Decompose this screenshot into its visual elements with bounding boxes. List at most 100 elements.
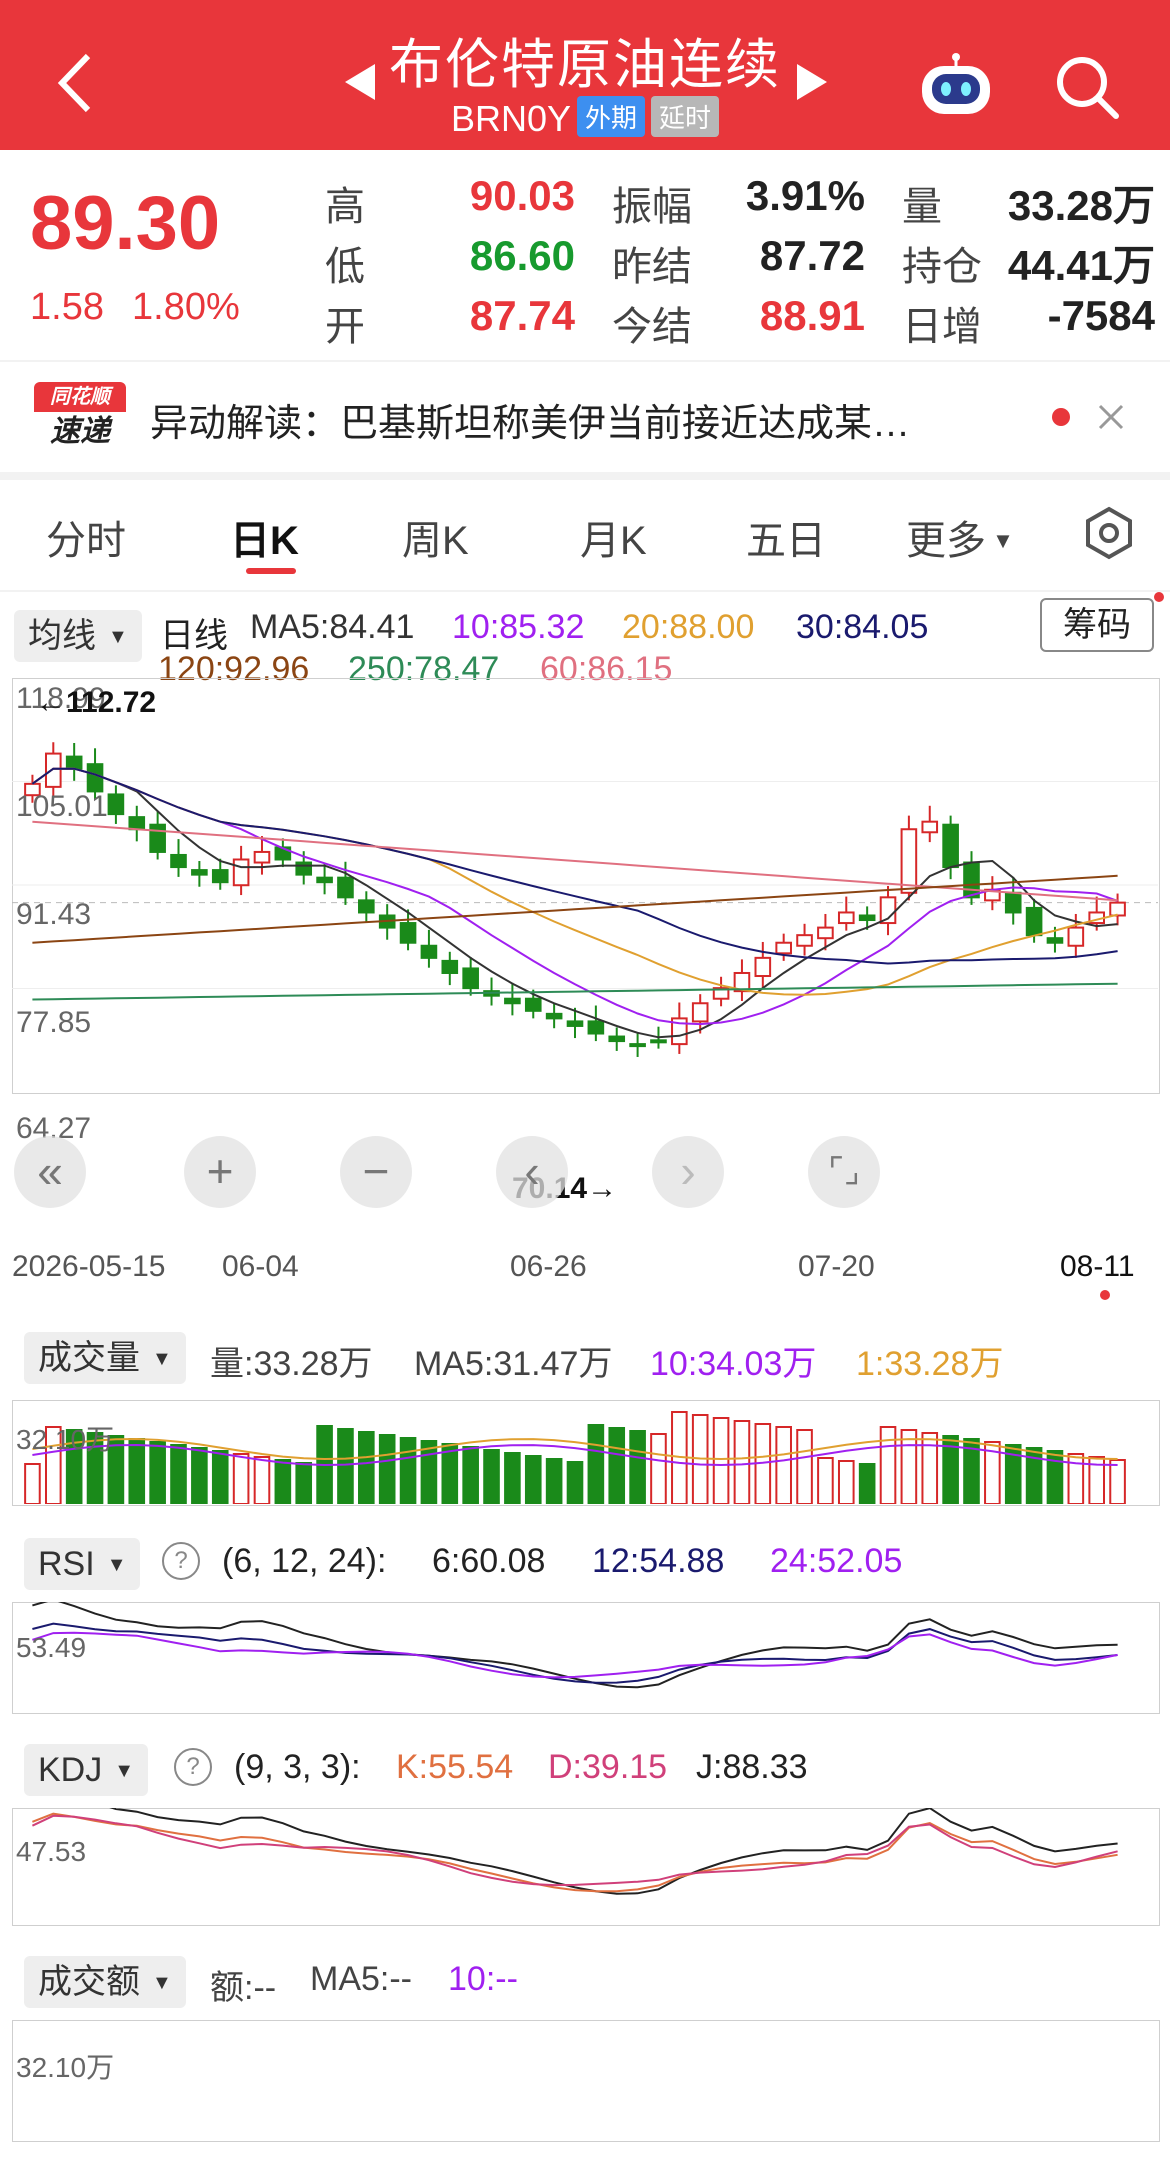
ma30-value: 30:84.05 xyxy=(796,608,929,646)
rsi-y-label: 53.49 xyxy=(16,1632,87,1663)
y-label-3: 91.43 xyxy=(16,898,92,931)
candle-body xyxy=(1067,926,1085,947)
fullscreen-icon[interactable]: ⌜⌟ xyxy=(808,1136,880,1208)
low-value: 86.60 xyxy=(469,232,575,279)
volume-bar xyxy=(858,1463,876,1504)
chart-area: 均线 ▼ 日线 MA5:84.41 10:85.32 20:88.00 30:84… xyxy=(0,592,1170,2159)
top-bar: 布伦特原油连续 BRN0Y 外期 延时 xyxy=(0,0,1170,150)
kdj-dropdown[interactable]: KDJ ▼ xyxy=(24,1744,149,1796)
settings-icon[interactable] xyxy=(1082,506,1136,560)
tab-intraday[interactable]: 分时 xyxy=(46,508,126,566)
candle-body xyxy=(566,1020,584,1027)
search-icon[interactable] xyxy=(1052,52,1122,122)
kline-chart[interactable] xyxy=(12,678,1158,1092)
volume-bar xyxy=(796,1429,813,1504)
candle-body xyxy=(170,853,187,869)
scroll-start-icon[interactable]: « xyxy=(14,1136,86,1208)
open-label: 开 xyxy=(325,305,365,349)
candle-body xyxy=(191,869,208,876)
volume-bar xyxy=(900,1429,918,1504)
tab-monthly-k[interactable]: 月K xyxy=(580,508,647,566)
scroll-left-icon[interactable]: ‹ xyxy=(496,1136,568,1208)
volume-chart[interactable] xyxy=(12,1400,1158,1504)
candle-body xyxy=(650,1039,667,1044)
rsi-chart[interactable] xyxy=(12,1602,1158,1712)
candle-body xyxy=(504,997,521,1005)
next-contract-icon[interactable] xyxy=(797,64,827,100)
candle-body xyxy=(399,922,417,944)
ma10-value: 10:85.32 xyxy=(452,608,585,646)
volume-bar xyxy=(211,1450,229,1504)
turnover-ma10: 10:-- xyxy=(448,1960,518,1998)
volume-bar xyxy=(733,1420,751,1504)
close-icon[interactable] xyxy=(1096,402,1126,432)
page-title: 布伦特原油连续 xyxy=(389,35,781,95)
candle-body xyxy=(754,956,772,978)
tab-more[interactable]: 更多 ▼ xyxy=(906,508,1014,566)
tab-weekly-k[interactable]: 周K xyxy=(402,508,469,566)
volume-bar xyxy=(399,1437,417,1504)
candle-body xyxy=(358,899,375,914)
zoom-in-icon[interactable]: + xyxy=(184,1136,256,1208)
chip-button[interactable]: 筹码 xyxy=(1040,598,1154,652)
kdj-d-line xyxy=(31,1814,1118,1887)
volume-value: 量:33.28万 xyxy=(210,1345,373,1383)
contract-code-row: BRN0Y 外期 延时 xyxy=(0,96,1170,140)
turnover-dropdown[interactable]: 成交额 ▼ xyxy=(24,1956,186,2008)
rsi-help-icon[interactable]: ? xyxy=(162,1542,200,1580)
chevron-down-icon: ▼ xyxy=(986,528,1014,553)
candle-body xyxy=(211,869,229,884)
volume-bar xyxy=(1046,1450,1064,1504)
scroll-right-icon[interactable]: › xyxy=(652,1136,724,1208)
amp-label: 振幅 xyxy=(612,185,692,229)
volume-bar xyxy=(232,1453,250,1504)
news-text[interactable]: 异动解读：巴基斯坦称美伊当前接近达成某… xyxy=(150,392,910,447)
ma250-line xyxy=(32,982,1118,1001)
kdj-help-icon[interactable]: ? xyxy=(174,1748,212,1786)
ma20-value: 20:88.00 xyxy=(622,608,755,646)
volume-dropdown[interactable]: 成交量 ▼ xyxy=(24,1332,186,1384)
settle-value: 88.91 xyxy=(759,292,865,339)
high-value: 90.03 xyxy=(469,172,575,219)
prev-settle-label: 昨结 xyxy=(612,245,692,289)
volume-bar xyxy=(191,1447,208,1504)
candle-body xyxy=(1046,937,1064,944)
date-label-2: 06-04 xyxy=(222,1250,299,1283)
zoom-out-icon[interactable]: − xyxy=(340,1136,412,1208)
tab-daily-k[interactable]: 日K xyxy=(230,508,299,566)
high-label: 高 xyxy=(325,185,365,229)
volume-bar xyxy=(1109,1459,1126,1504)
rsi-12: 12:54.88 xyxy=(592,1542,725,1580)
rsi-6: 6:60.08 xyxy=(432,1542,546,1580)
period-tabs: 分时 日K 周K 月K 五日 更多 ▼ xyxy=(0,480,1170,590)
caret-down-icon: ▼ xyxy=(106,1554,127,1576)
volume-bar xyxy=(420,1440,438,1504)
ma-dropdown[interactable]: 均线 ▼ xyxy=(14,610,142,662)
prev-settle-value: 87.72 xyxy=(759,232,865,279)
tonghuashun-logo: 同花顺 速递 xyxy=(34,382,126,454)
rsi-dropdown[interactable]: RSI ▼ xyxy=(24,1538,141,1590)
ma5-value: MA5:84.41 xyxy=(250,608,415,646)
kdj-y-label: 47.53 xyxy=(16,1836,87,1867)
candle-body xyxy=(316,876,333,884)
kdj-chart[interactable] xyxy=(12,1808,1158,1924)
volume-bar xyxy=(817,1457,834,1504)
caret-down-icon: ▼ xyxy=(108,626,128,648)
volume-ma10: 10:34.03万 xyxy=(650,1345,817,1383)
volume-bar xyxy=(524,1455,542,1504)
rsi-params: (6, 12, 24): xyxy=(222,1542,387,1580)
assistant-robot-icon[interactable] xyxy=(918,52,994,118)
candle-body xyxy=(691,1002,709,1023)
amp-value: 3.91% xyxy=(745,172,865,219)
candle-body xyxy=(942,823,959,869)
news-banner[interactable]: 同花顺 速递 异动解读：巴基斯坦称美伊当前接近达成某… xyxy=(0,362,1170,472)
rsi-24: 24:52.05 xyxy=(770,1542,903,1580)
tab-five-day[interactable]: 五日 xyxy=(746,508,826,566)
rsi12-line xyxy=(32,1622,1118,1684)
period-high-label: ←112.72 xyxy=(36,686,157,719)
volume-bar xyxy=(587,1424,605,1504)
volume-bar xyxy=(775,1426,792,1504)
volume-bar xyxy=(128,1438,146,1504)
volume-bar xyxy=(274,1459,292,1504)
volume-bar xyxy=(921,1432,939,1504)
